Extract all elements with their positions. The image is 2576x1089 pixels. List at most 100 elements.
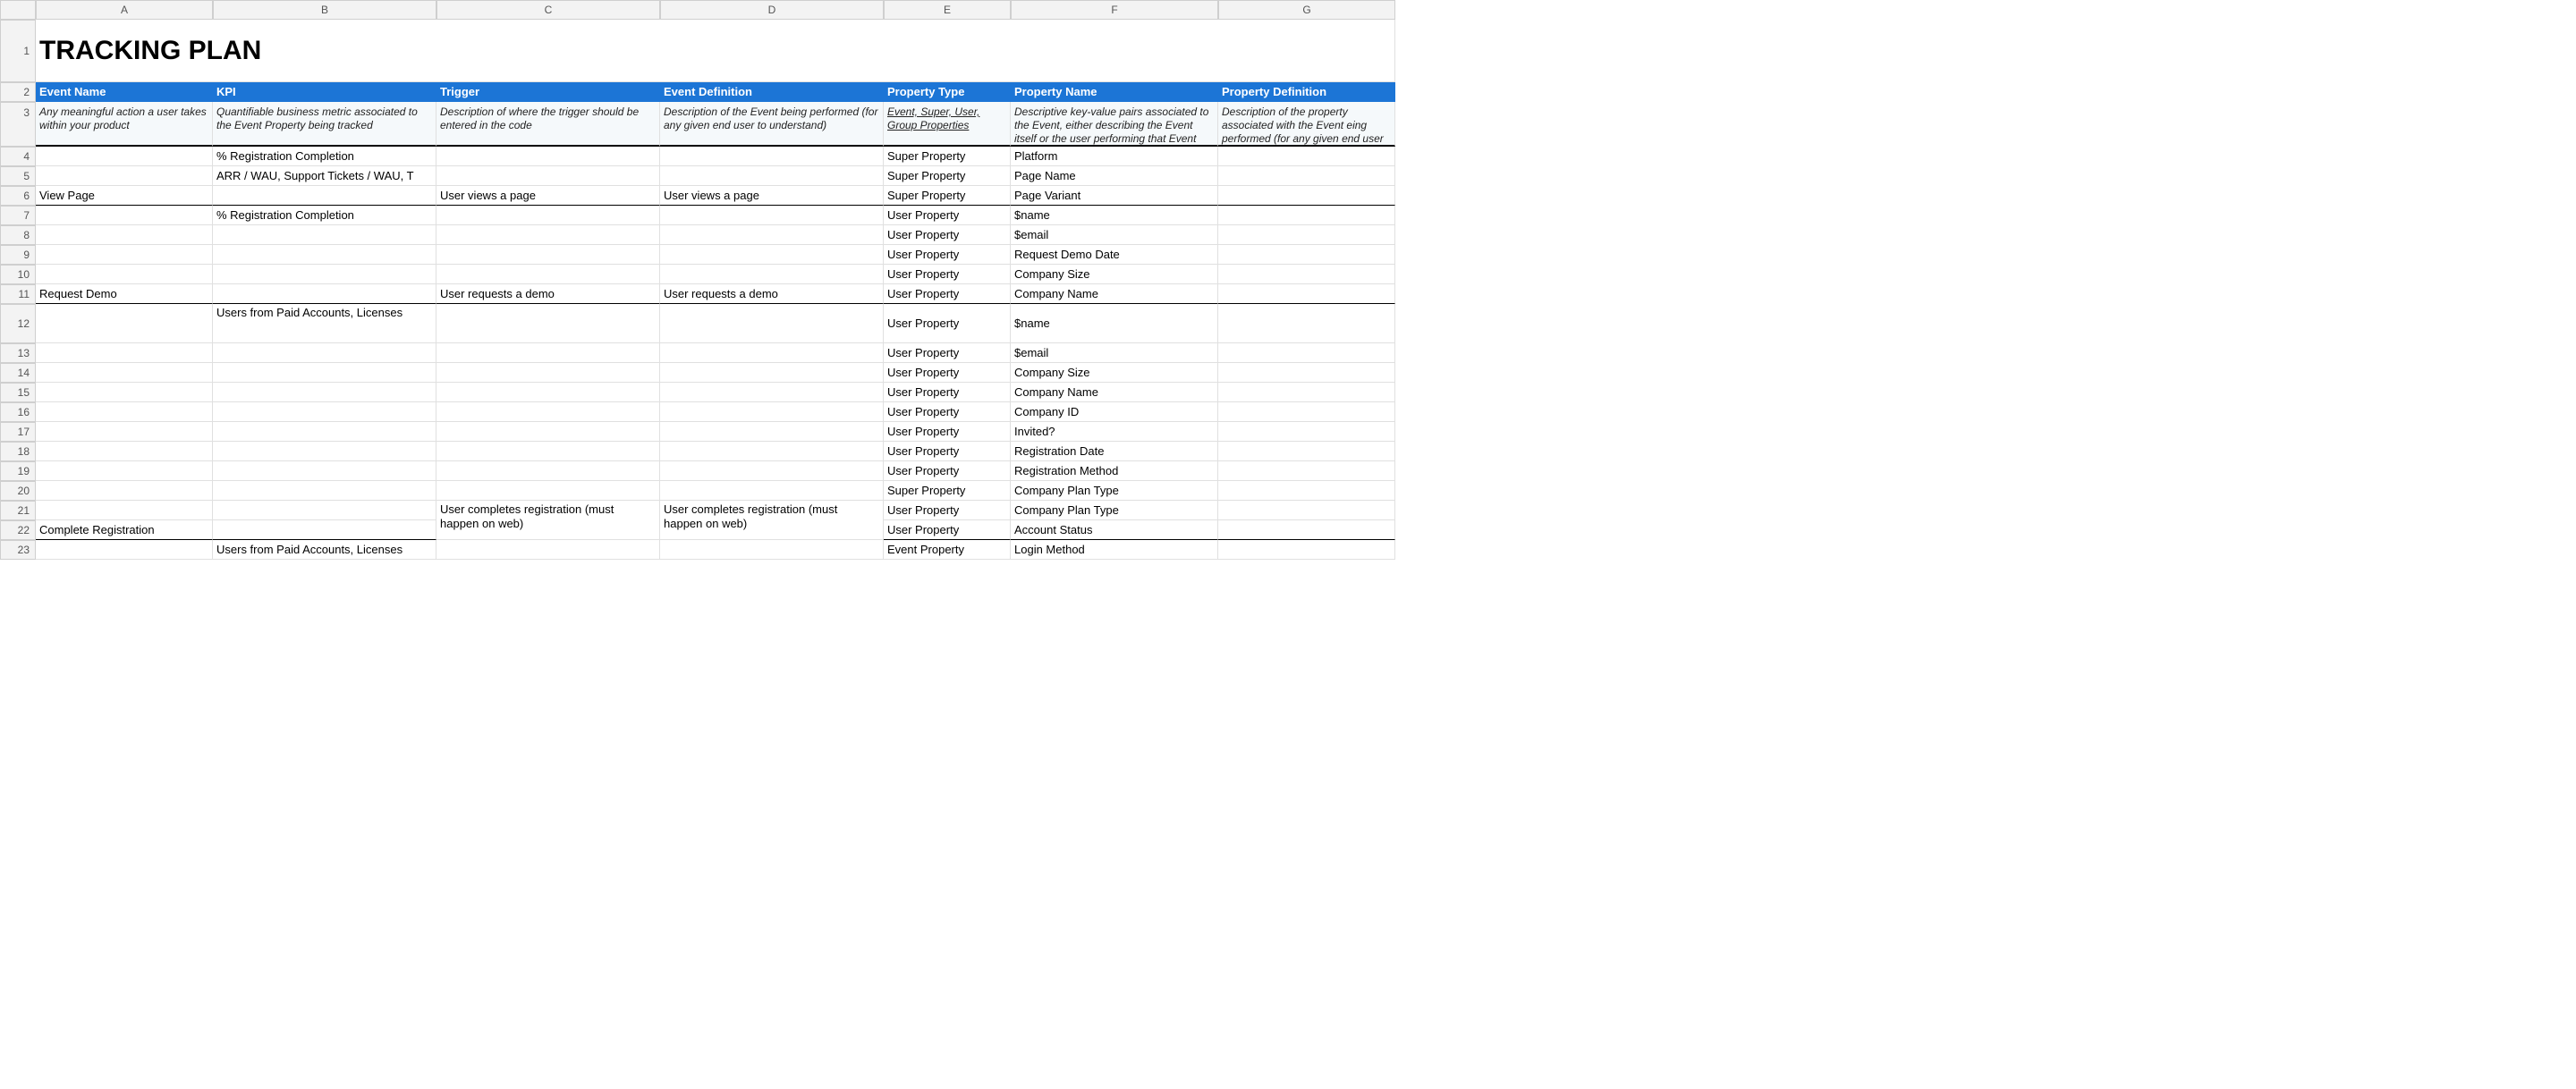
cell-B15[interactable]	[213, 383, 436, 402]
cell-E17[interactable]: User Property	[884, 422, 1011, 442]
cell-E10[interactable]: User Property	[884, 265, 1011, 284]
cell-G12[interactable]	[1218, 304, 1395, 343]
cell-F10[interactable]: Company Size	[1011, 265, 1218, 284]
cell-D9[interactable]	[660, 245, 884, 265]
cell-B21[interactable]	[213, 501, 436, 520]
cell-C14[interactable]	[436, 363, 660, 383]
cell-D4[interactable]	[660, 147, 884, 166]
cell-C17[interactable]	[436, 422, 660, 442]
cell-B17[interactable]	[213, 422, 436, 442]
row-header-14[interactable]: 14	[0, 363, 36, 383]
row-header-19[interactable]: 19	[0, 461, 36, 481]
cell-C20[interactable]	[436, 481, 660, 501]
cell-C18[interactable]	[436, 442, 660, 461]
cell-D8[interactable]	[660, 225, 884, 245]
cell-F16[interactable]: Company ID	[1011, 402, 1218, 422]
col-header-A[interactable]: A	[36, 0, 213, 20]
cell-B20[interactable]	[213, 481, 436, 501]
cell-G6[interactable]	[1218, 186, 1395, 206]
cell-E23[interactable]: Event Property	[884, 540, 1011, 560]
row-header-12[interactable]: 12	[0, 304, 36, 343]
cell-C19[interactable]	[436, 461, 660, 481]
cell-E18[interactable]: User Property	[884, 442, 1011, 461]
row-header-8[interactable]: 8	[0, 225, 36, 245]
cell-D14[interactable]	[660, 363, 884, 383]
cell-A10[interactable]	[36, 265, 213, 284]
cell-E20[interactable]: Super Property	[884, 481, 1011, 501]
row-header-4[interactable]: 4	[0, 147, 36, 166]
col-header-F[interactable]: F	[1011, 0, 1218, 20]
cell-C9[interactable]	[436, 245, 660, 265]
cell-F6[interactable]: Page Variant	[1011, 186, 1218, 206]
cell-E8[interactable]: User Property	[884, 225, 1011, 245]
cell-A6[interactable]: View Page	[36, 186, 213, 206]
row-header-11[interactable]: 11	[0, 284, 36, 304]
cell-E13[interactable]: User Property	[884, 343, 1011, 363]
cell-C5[interactable]	[436, 166, 660, 186]
cell-E7[interactable]: User Property	[884, 206, 1011, 225]
cell-A18[interactable]	[36, 442, 213, 461]
cell-E11[interactable]: User Property	[884, 284, 1011, 304]
cell-A19[interactable]	[36, 461, 213, 481]
cell-E14[interactable]: User Property	[884, 363, 1011, 383]
cell-B5[interactable]: ARR / WAU, Support Tickets / WAU, T	[213, 166, 436, 186]
row-header-10[interactable]: 10	[0, 265, 36, 284]
cell-B16[interactable]	[213, 402, 436, 422]
cell-G10[interactable]	[1218, 265, 1395, 284]
cell-B18[interactable]	[213, 442, 436, 461]
cell-C15[interactable]	[436, 383, 660, 402]
cell-G14[interactable]	[1218, 363, 1395, 383]
cell-D19[interactable]	[660, 461, 884, 481]
row-header-21[interactable]: 21	[0, 501, 36, 520]
cell-G22[interactable]	[1218, 520, 1395, 540]
cell-A9[interactable]	[36, 245, 213, 265]
cell-E22[interactable]: User Property	[884, 520, 1011, 540]
cell-A21[interactable]	[36, 501, 213, 520]
cell-C4[interactable]	[436, 147, 660, 166]
cell-E15[interactable]: User Property	[884, 383, 1011, 402]
cell-A4[interactable]	[36, 147, 213, 166]
row-header-6[interactable]: 6	[0, 186, 36, 206]
cell-G20[interactable]	[1218, 481, 1395, 501]
row-header-16[interactable]: 16	[0, 402, 36, 422]
cell-C23[interactable]	[436, 540, 660, 560]
cell-B7[interactable]: % Registration Completion	[213, 206, 436, 225]
cell-F5[interactable]: Page Name	[1011, 166, 1218, 186]
cell-A8[interactable]	[36, 225, 213, 245]
row-header-5[interactable]: 5	[0, 166, 36, 186]
row-header-9[interactable]: 9	[0, 245, 36, 265]
cell-F14[interactable]: Company Size	[1011, 363, 1218, 383]
cell-E21[interactable]: User Property	[884, 501, 1011, 520]
cell-D18[interactable]	[660, 442, 884, 461]
cell-G21[interactable]	[1218, 501, 1395, 520]
cell-E9[interactable]: User Property	[884, 245, 1011, 265]
cell-G16[interactable]	[1218, 402, 1395, 422]
row-header-23[interactable]: 23	[0, 540, 36, 560]
cell-D7[interactable]	[660, 206, 884, 225]
row-header-17[interactable]: 17	[0, 422, 36, 442]
cell-A22[interactable]: Complete Registration	[36, 520, 213, 540]
cell-E6[interactable]: Super Property	[884, 186, 1011, 206]
cell-F8[interactable]: $email	[1011, 225, 1218, 245]
cell-F12[interactable]: $name	[1011, 304, 1218, 343]
cell-A13[interactable]	[36, 343, 213, 363]
cell-A20[interactable]	[36, 481, 213, 501]
cell-A5[interactable]	[36, 166, 213, 186]
cell-D12[interactable]	[660, 304, 884, 343]
cell-B12[interactable]: Users from Paid Accounts, Licenses	[213, 304, 436, 343]
row-header-18[interactable]: 18	[0, 442, 36, 461]
cell-F18[interactable]: Registration Date	[1011, 442, 1218, 461]
cell-B10[interactable]	[213, 265, 436, 284]
cell-A7[interactable]	[36, 206, 213, 225]
col-header-G[interactable]: G	[1218, 0, 1395, 20]
col-header-D[interactable]: D	[660, 0, 884, 20]
cell-C11[interactable]: User requests a demo	[436, 284, 660, 304]
col-header-E[interactable]: E	[884, 0, 1011, 20]
cell-C10[interactable]	[436, 265, 660, 284]
cell-E12[interactable]: User Property	[884, 304, 1011, 343]
cell-B13[interactable]	[213, 343, 436, 363]
cell-C6[interactable]: User views a page	[436, 186, 660, 206]
cell-C8[interactable]	[436, 225, 660, 245]
cell-C13[interactable]	[436, 343, 660, 363]
cell-F20[interactable]: Company Plan Type	[1011, 481, 1218, 501]
